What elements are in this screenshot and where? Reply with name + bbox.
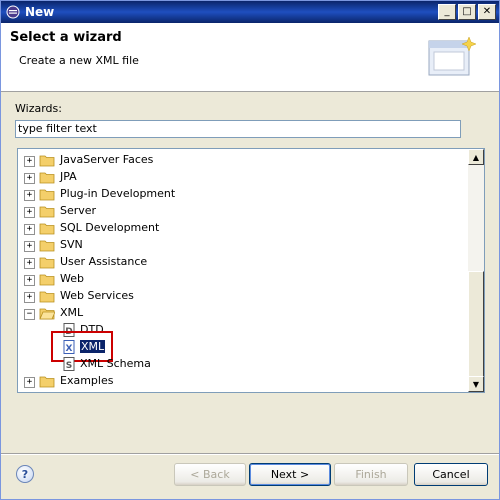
open-folder-icon [39, 306, 56, 320]
expand-icon[interactable]: + [24, 190, 35, 201]
tree-item-label: SQL Development [60, 221, 160, 234]
tree-item-label: JPA [60, 170, 77, 183]
minimize-button[interactable]: _ [438, 4, 456, 20]
collapse-icon[interactable]: − [24, 309, 35, 320]
folder-icon [39, 272, 55, 286]
tree-item[interactable]: + SVN [18, 237, 468, 254]
tree-item-label: XML Schema [80, 357, 151, 370]
scroll-down-button[interactable]: ▼ [468, 376, 484, 392]
help-icon[interactable]: ? [16, 465, 34, 483]
tree-item[interactable]: + SQL Development [18, 220, 468, 237]
vertical-scrollbar[interactable]: ▲ ▼ [468, 149, 484, 392]
back-button[interactable]: < Back [174, 463, 246, 486]
expand-icon[interactable]: + [24, 207, 35, 218]
folder-icon [39, 221, 55, 235]
wizards-label: Wizards: [15, 102, 62, 115]
svg-text:S: S [66, 361, 72, 371]
folder-icon [39, 204, 55, 218]
tree-item[interactable]: + Web [18, 271, 468, 288]
tree-item-label: User Assistance [60, 255, 148, 268]
tree-item[interactable]: + Server [18, 203, 468, 220]
expand-icon[interactable]: + [24, 241, 35, 252]
expand-icon[interactable]: + [24, 173, 35, 184]
wizard-banner-icon [428, 36, 477, 76]
wizard-tree[interactable]: + JavaServer Faces + JPA + Plug-in Developmen… [17, 148, 485, 393]
cancel-button[interactable]: Cancel [414, 463, 488, 486]
expand-icon[interactable]: + [24, 275, 35, 286]
folder-icon [39, 170, 55, 184]
expand-icon[interactable]: + [24, 156, 35, 167]
tree-item[interactable]: + JPA [18, 169, 468, 186]
tree-item-label: SVN [60, 238, 83, 251]
folder-icon [39, 289, 55, 303]
expand-icon[interactable]: + [24, 292, 35, 303]
tree-item[interactable]: − XML [18, 305, 468, 322]
folder-icon [39, 238, 55, 252]
tree-item[interactable]: + JavaServer Faces [18, 152, 468, 169]
expand-icon[interactable]: + [24, 377, 35, 388]
tree-item-label: Examples [60, 374, 114, 387]
filter-input[interactable]: type filter text [15, 120, 461, 138]
tree-item-label: Server [60, 204, 97, 217]
tree-item[interactable]: + Examples [18, 373, 468, 390]
tree-item[interactable]: S XML Schema [18, 356, 468, 373]
maximize-button[interactable]: □ [458, 4, 476, 20]
page-title: Select a wizard [10, 30, 122, 45]
page-description: Create a new XML file [19, 54, 139, 67]
tree-item-label: Web Services [60, 289, 134, 302]
close-button[interactable]: ✕ [478, 4, 496, 20]
folder-icon [39, 187, 55, 201]
eclipse-icon [5, 4, 21, 20]
title-bar[interactable]: New _ □ ✕ [1, 1, 499, 23]
tree-item[interactable]: + User Assistance [18, 254, 468, 271]
tree-item-label: XML [60, 306, 84, 319]
tree-item[interactable]: + Plug-in Development [18, 186, 468, 203]
expand-icon[interactable]: + [24, 258, 35, 269]
tree-item-label: Web [60, 272, 84, 285]
window-title: New [25, 5, 55, 19]
folder-icon [39, 374, 55, 388]
folder-icon [39, 255, 55, 269]
folder-icon [39, 153, 55, 167]
scroll-up-button[interactable]: ▲ [468, 149, 484, 165]
wizard-header: Select a wizard Create a new XML file [1, 23, 499, 92]
expand-icon[interactable]: + [24, 224, 35, 235]
scroll-thumb[interactable] [468, 271, 484, 377]
new-wizard-dialog: New _ □ ✕ Select a wizard Create a new X… [0, 0, 500, 500]
tree-item-label: Plug-in Development [60, 187, 176, 200]
tree-item-label: JavaServer Faces [60, 153, 154, 166]
finish-button[interactable]: Finish [334, 463, 408, 486]
tree-item[interactable]: + Web Services [18, 288, 468, 305]
next-button[interactable]: Next > [249, 463, 331, 486]
xml-schema-icon: S [61, 357, 77, 371]
button-bar-separator [1, 453, 499, 455]
